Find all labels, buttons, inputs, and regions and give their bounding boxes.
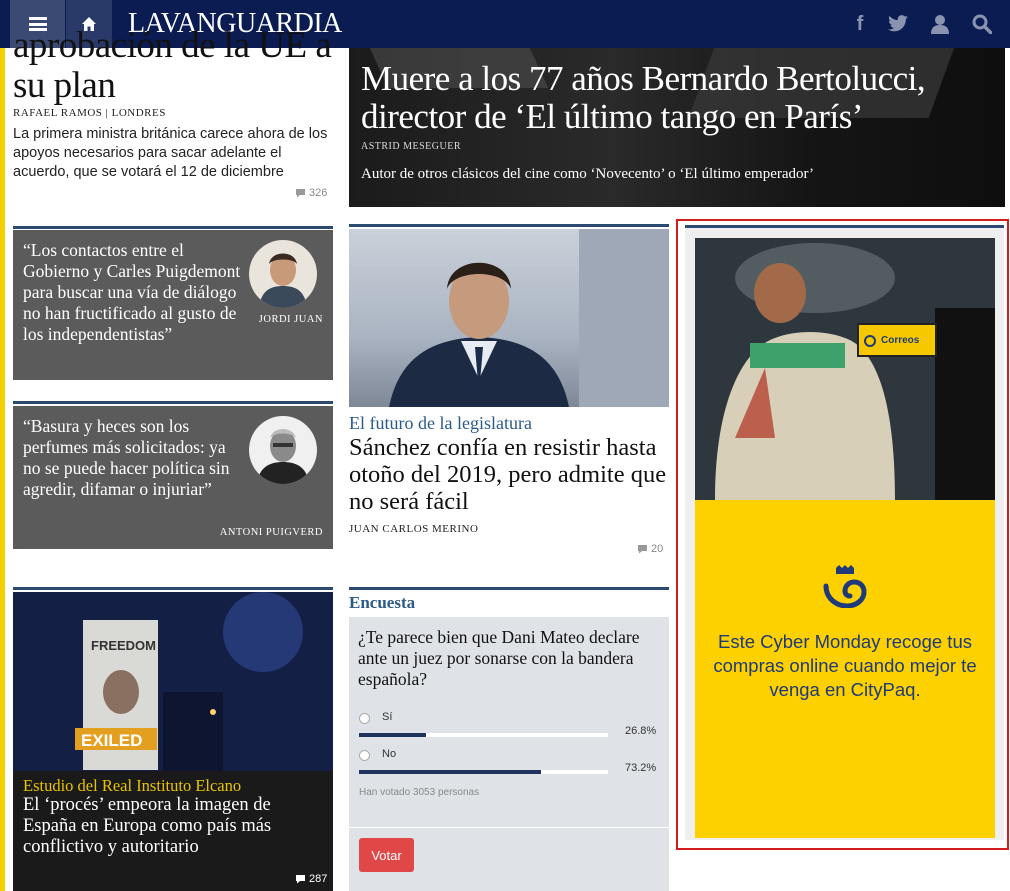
lead-article-title[interactable]: aprobación de la UE a su plan: [13, 26, 333, 106]
poll-label: Encuesta: [349, 593, 416, 612]
lead-article-byline: RAFAEL RAMOS | LONDRES: [13, 107, 166, 119]
opinion-card[interactable]: “Los contactos entre el Gobierno y Carle…: [13, 230, 333, 380]
article-comments-count[interactable]: 20: [637, 543, 663, 555]
correos-logo-icon: [823, 565, 867, 608]
section-divider: [349, 587, 669, 590]
correos-sign: Correos: [857, 323, 937, 357]
hero-article-byline: ASTRID MESEGUER: [361, 141, 462, 152]
avatar: [249, 240, 317, 308]
search-icon[interactable]: [970, 12, 994, 36]
correos-sign-label: Correos: [881, 334, 920, 346]
article-kicker[interactable]: El futuro de la legislatura: [349, 413, 532, 434]
opinion-author: JORDI JUAN: [258, 314, 323, 325]
opinion-quote[interactable]: “Los contactos entre el Gobierno y Carle…: [23, 240, 243, 345]
article-title[interactable]: El ‘procés’ empeora la imagen de España …: [23, 795, 323, 858]
twitter-icon[interactable]: [886, 12, 910, 36]
article-photo[interactable]: FREEDOM EXILED: [13, 592, 333, 771]
comment-count: 326: [309, 187, 328, 199]
hero-article[interactable]: Muere a los 77 años Bernardo Bertolucci,…: [349, 48, 1005, 207]
section-divider: [685, 225, 1004, 228]
divider: [349, 827, 669, 828]
section-divider: [13, 226, 333, 229]
comment-icon: [296, 189, 305, 198]
ad-text[interactable]: Este Cyber Monday recoge tus compras onl…: [695, 630, 995, 702]
poll-option-percent: 26.8%: [625, 725, 657, 737]
opinion-card[interactable]: “Basura y heces son los perfumes más sol…: [13, 406, 333, 549]
post-horn-icon: [864, 335, 876, 347]
section-divider: [13, 401, 333, 404]
section-divider: [13, 587, 333, 590]
lead-comments-count[interactable]: 326: [295, 187, 327, 199]
poll-option-label[interactable]: Sí: [382, 711, 392, 723]
poll-option-label[interactable]: No: [382, 748, 396, 760]
poll-result-fill: [359, 770, 542, 774]
article-kicker[interactable]: Estudio del Real Instituto Elcano: [23, 776, 241, 796]
opinion-author: ANTONI PUIGVERD: [219, 527, 323, 538]
hero-article-summary: Autor de otros clásicos del cine como ‘N…: [361, 166, 815, 182]
radio-button[interactable]: [359, 750, 370, 761]
comment-count: 20: [651, 543, 664, 555]
article-photo[interactable]: [349, 229, 669, 407]
ad-banner[interactable]: Este Cyber Monday recoge tus compras onl…: [695, 500, 995, 838]
section-divider: [349, 224, 669, 227]
poll-result-bar: [359, 770, 608, 774]
poster-text: FREEDOM: [91, 638, 156, 653]
article-comments-count[interactable]: 287: [295, 873, 327, 885]
section-accent-bar: [0, 48, 5, 891]
poster-exiled-text: EXILED: [81, 731, 142, 750]
hero-article-title[interactable]: Muere a los 77 años Bernardo Bertolucci,…: [361, 60, 1001, 136]
user-icon[interactable]: [928, 12, 952, 36]
article-caption-box[interactable]: Estudio del Real Instituto Elcano El ‘pr…: [13, 771, 333, 891]
opinion-quote[interactable]: “Basura y heces son los perfumes más sol…: [23, 416, 243, 500]
poll-result-fill: [359, 733, 426, 737]
radio-button[interactable]: [359, 713, 370, 724]
poll-result-bar: [359, 733, 608, 737]
comment-icon: [296, 875, 305, 884]
article-byline: JUAN CARLOS MERINO: [349, 523, 479, 535]
poll-question: ¿Te parece bien que Dani Mateo declare a…: [358, 627, 640, 689]
vote-button[interactable]: Votar: [359, 838, 414, 872]
ad-image[interactable]: Correos: [695, 238, 995, 500]
lead-article-summary: La primera ministra británica carece aho…: [13, 126, 328, 180]
comment-icon: [638, 545, 647, 554]
poll-option-percent: 73.2%: [625, 762, 657, 774]
facebook-icon[interactable]: f: [850, 12, 870, 36]
poll-widget: ¿Te parece bien que Dani Mateo declare a…: [349, 617, 669, 891]
avatar: [249, 416, 317, 484]
comment-count: 287: [309, 873, 328, 885]
poll-vote-count: Han votado 3053 personas: [359, 787, 480, 798]
article-title[interactable]: Sánchez confía en resistir hasta otoño d…: [349, 434, 669, 515]
